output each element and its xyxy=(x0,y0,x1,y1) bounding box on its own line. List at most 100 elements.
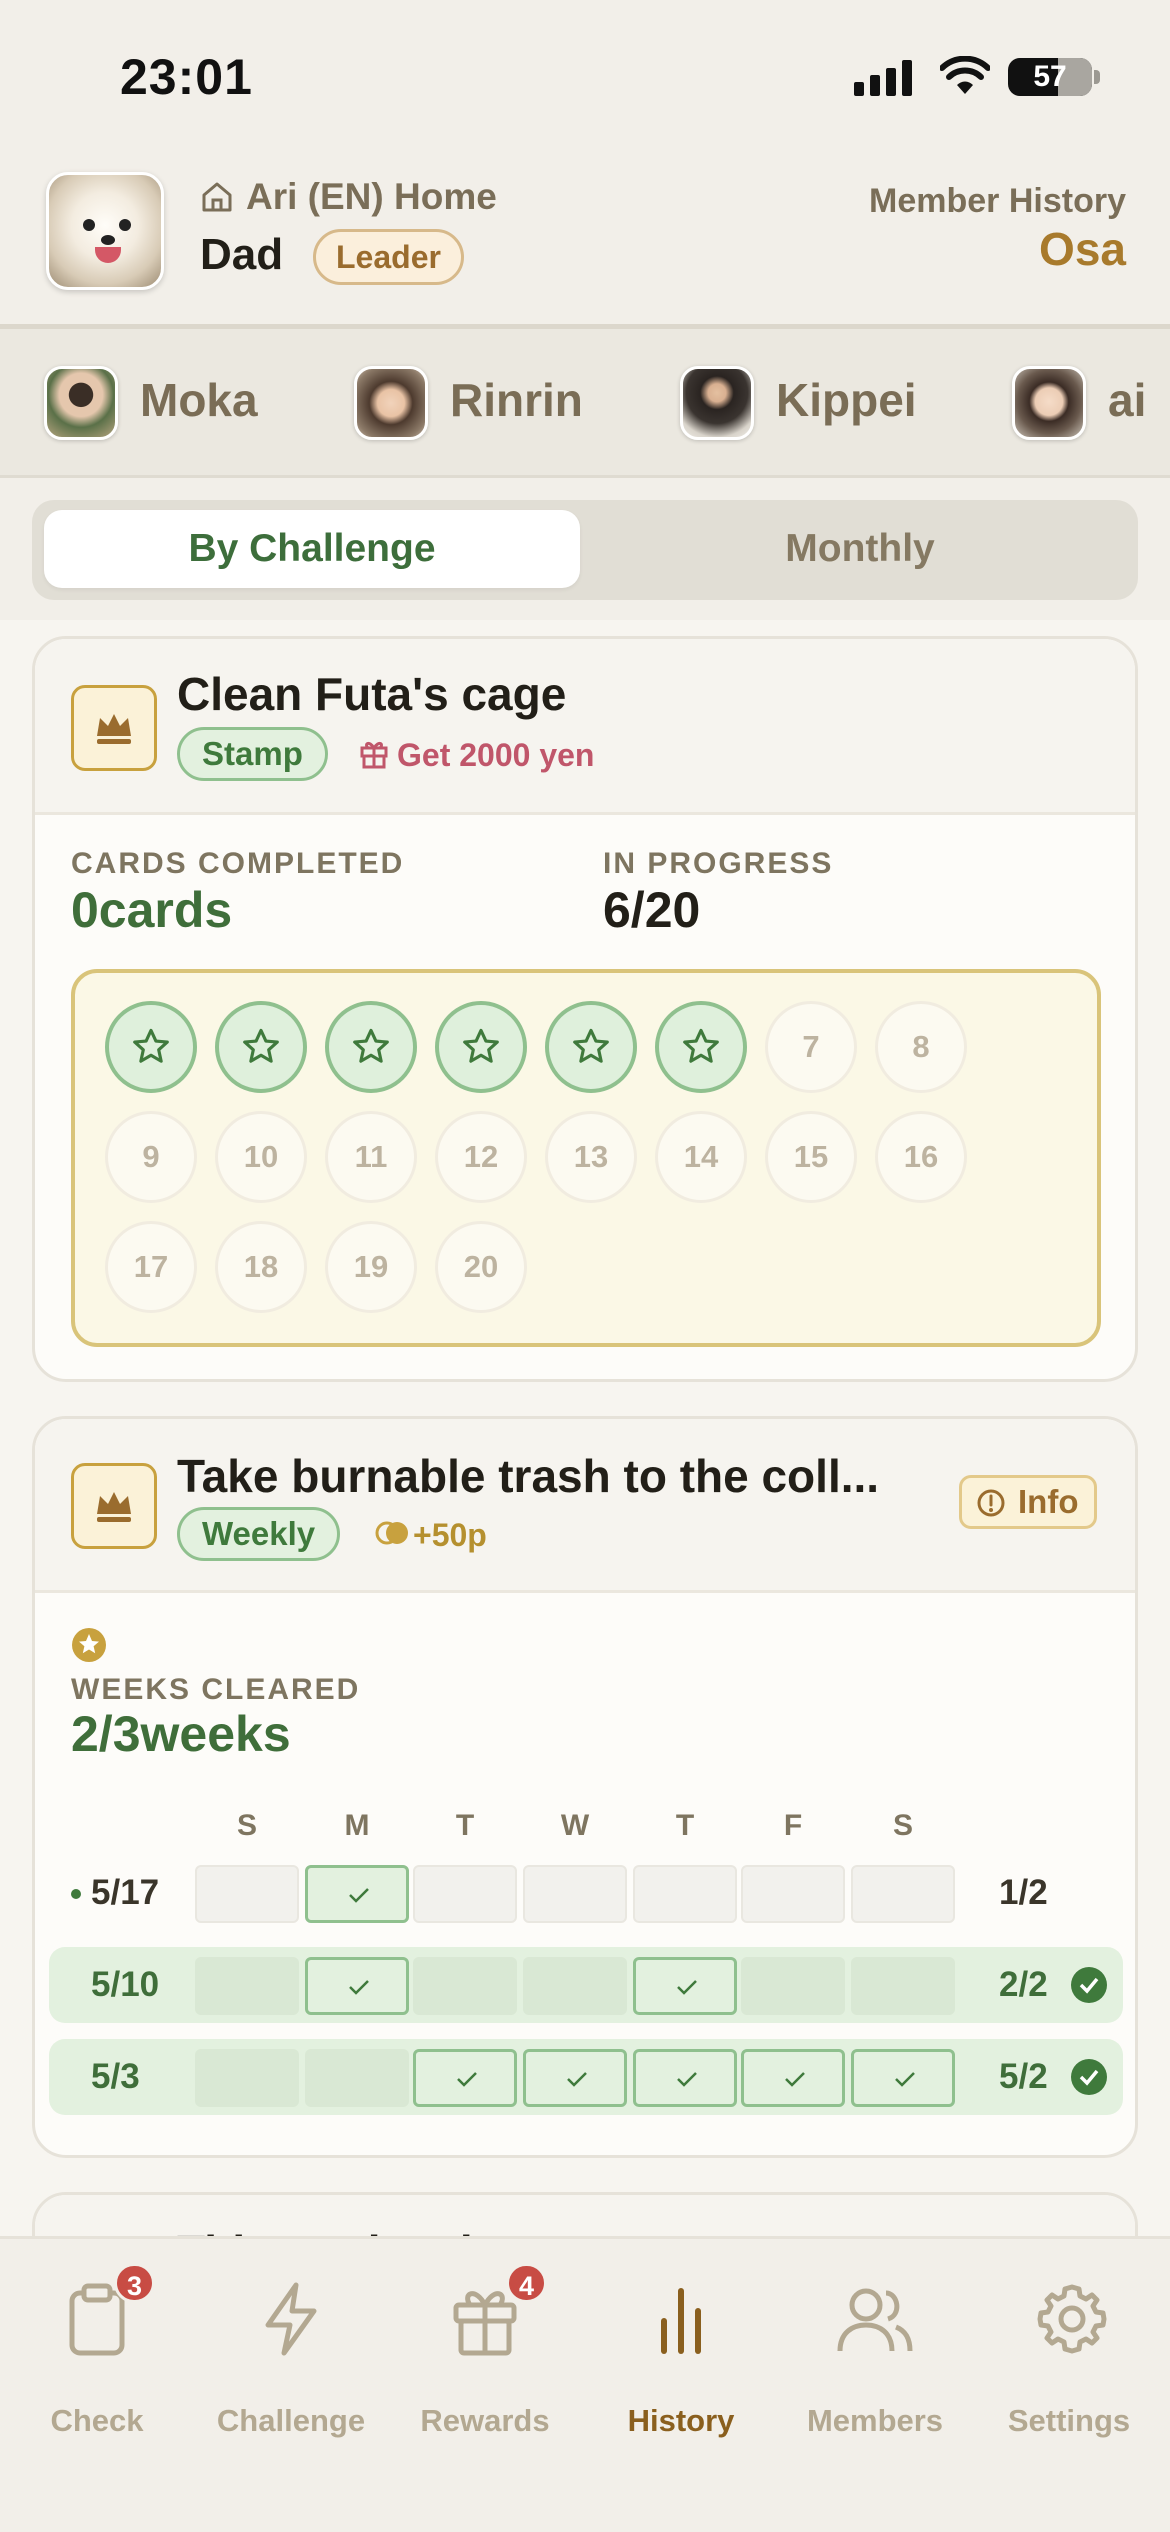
weekday-label: S xyxy=(892,1809,913,1842)
day-cell xyxy=(851,1865,955,1923)
battery-level: 57 xyxy=(1033,60,1067,93)
weekday-header: S M T W T F S xyxy=(35,1809,1135,1849)
avatar-eye xyxy=(83,219,95,231)
cleared-check-icon xyxy=(1071,2059,1107,2095)
star-icon xyxy=(133,1028,169,1063)
stamp-slot: 11 xyxy=(325,1111,417,1203)
weekday-label: T xyxy=(455,1809,475,1842)
day-cell xyxy=(851,1957,955,2015)
weekday-label: W xyxy=(560,1809,590,1842)
member-avatar xyxy=(1012,366,1086,440)
leader-badge: Leader xyxy=(313,229,464,285)
star-icon xyxy=(573,1028,609,1063)
member-history-label: Member History xyxy=(869,182,1126,220)
home-label[interactable]: Ari (EN) Home xyxy=(246,176,497,218)
tab-label: History xyxy=(627,2403,735,2438)
tab-label: Settings xyxy=(1007,2403,1131,2438)
stamp-filled xyxy=(215,1001,307,1093)
segment-by-challenge[interactable]: By Challenge xyxy=(44,510,580,588)
member-avatar xyxy=(680,366,754,440)
week-row-cleared: 5/10 2/2 xyxy=(49,1947,1123,2023)
user-avatar[interactable] xyxy=(46,172,164,290)
tab-members[interactable]: Members xyxy=(780,2281,970,2438)
tab-label: Members xyxy=(806,2403,944,2438)
check-icon xyxy=(349,1888,369,1903)
week-date: 5/3 xyxy=(91,2057,140,2096)
tab-history[interactable]: History xyxy=(586,2281,776,2438)
battery-cap xyxy=(1094,70,1100,84)
tab-rewards[interactable]: 4 Rewards xyxy=(390,2263,580,2438)
challenge-type-tag: Stamp xyxy=(177,727,328,781)
check-icon xyxy=(895,2072,915,2087)
crown-icon xyxy=(71,1463,157,1549)
status-time: 23:01 xyxy=(120,49,253,105)
tab-challenge[interactable]: Challenge xyxy=(196,2281,386,2438)
tab-label: Rewards xyxy=(420,2403,550,2438)
crown-icon xyxy=(71,685,157,771)
week-date: 5/17 xyxy=(91,1873,160,1912)
stamp-slot: 15 xyxy=(765,1111,857,1203)
stamp-filled xyxy=(325,1001,417,1093)
reward-points: +50p xyxy=(413,1517,487,1553)
weekday-label: M xyxy=(344,1809,370,1842)
member-selector[interactable]: Moka Rinrin Kippei ai xyxy=(0,329,1170,477)
challenge-card[interactable]: Clean Futa's cage Stamp Get 2000 yen CAR… xyxy=(32,636,1138,1382)
stamp-filled xyxy=(545,1001,637,1093)
stamp-slot: 17 xyxy=(105,1221,197,1313)
member-avatar xyxy=(354,366,428,440)
check-icon xyxy=(567,2072,587,2087)
reward-text: Get 2000 yen xyxy=(397,737,595,773)
check-icon xyxy=(677,2072,697,2087)
week-row: 5/17 1/2 xyxy=(49,1855,1123,1931)
info-label: Info xyxy=(1018,1483,1079,1520)
member-avatar xyxy=(44,366,118,440)
challenge-title: Take burnable trash to the coll... xyxy=(177,1450,880,1502)
check-icon xyxy=(457,2072,477,2087)
notification-badge: 4 xyxy=(506,2263,548,2303)
day-cell-checked xyxy=(633,2049,737,2107)
day-cell xyxy=(195,2049,299,2107)
stamp-slot: 16 xyxy=(875,1111,967,1203)
star-icon xyxy=(463,1028,499,1063)
stamp-slot: 12 xyxy=(435,1111,527,1203)
gear-icon xyxy=(1037,2284,1107,2354)
stamp-slot: 18 xyxy=(215,1221,307,1313)
day-cell xyxy=(195,1865,299,1923)
challenge-title: Clean Futa's cage xyxy=(177,668,567,720)
status-bar: 23:01 57 xyxy=(0,0,1170,150)
challenge-card[interactable]: Take burnable trash to the coll... Weekl… xyxy=(32,1416,1138,2158)
week-count: 1/2 xyxy=(999,1873,1048,1912)
members-divider xyxy=(0,475,1170,478)
stamp-slot: 20 xyxy=(435,1221,527,1313)
tab-settings[interactable]: Settings xyxy=(974,2281,1164,2438)
day-cell xyxy=(413,1865,517,1923)
member-history-name: Osa xyxy=(1039,223,1126,275)
tab-label: Check xyxy=(50,2403,144,2438)
in-progress-value: 6/20 xyxy=(603,882,701,938)
member-name: Rinrin xyxy=(450,374,583,426)
member-name: Moka xyxy=(140,374,258,426)
week-row-cleared: 5/3 5/2 xyxy=(49,2039,1123,2115)
day-cell xyxy=(195,1957,299,2015)
view-segmented-control: By Challenge Monthly xyxy=(32,500,1138,600)
coin-icon xyxy=(375,1521,408,1545)
stamp-filled xyxy=(655,1001,747,1093)
notification-badge: 3 xyxy=(114,2263,156,2303)
week-count: 2/2 xyxy=(999,1965,1048,2004)
day-cell xyxy=(741,1865,845,1923)
star-badge-icon xyxy=(72,1628,106,1662)
in-progress-label: IN PROGRESS xyxy=(603,847,834,880)
check-icon xyxy=(677,1980,697,1995)
segment-monthly[interactable]: Monthly xyxy=(592,510,1128,588)
info-icon xyxy=(977,1489,1005,1517)
stamp-slot: 10 xyxy=(215,1111,307,1203)
signal-icon xyxy=(854,60,914,96)
stamp-slot: 9 xyxy=(105,1111,197,1203)
week-count: 5/2 xyxy=(999,2057,1048,2096)
star-icon xyxy=(683,1028,719,1063)
tab-check[interactable]: 3 Check xyxy=(2,2263,192,2438)
day-cell xyxy=(633,1865,737,1923)
bottom-tab-bar: 3 Check Challenge 4 Rewards History Memb… xyxy=(0,2236,1170,2532)
info-button[interactable]: Info xyxy=(959,1475,1098,1529)
day-cell-checked xyxy=(741,2049,845,2107)
